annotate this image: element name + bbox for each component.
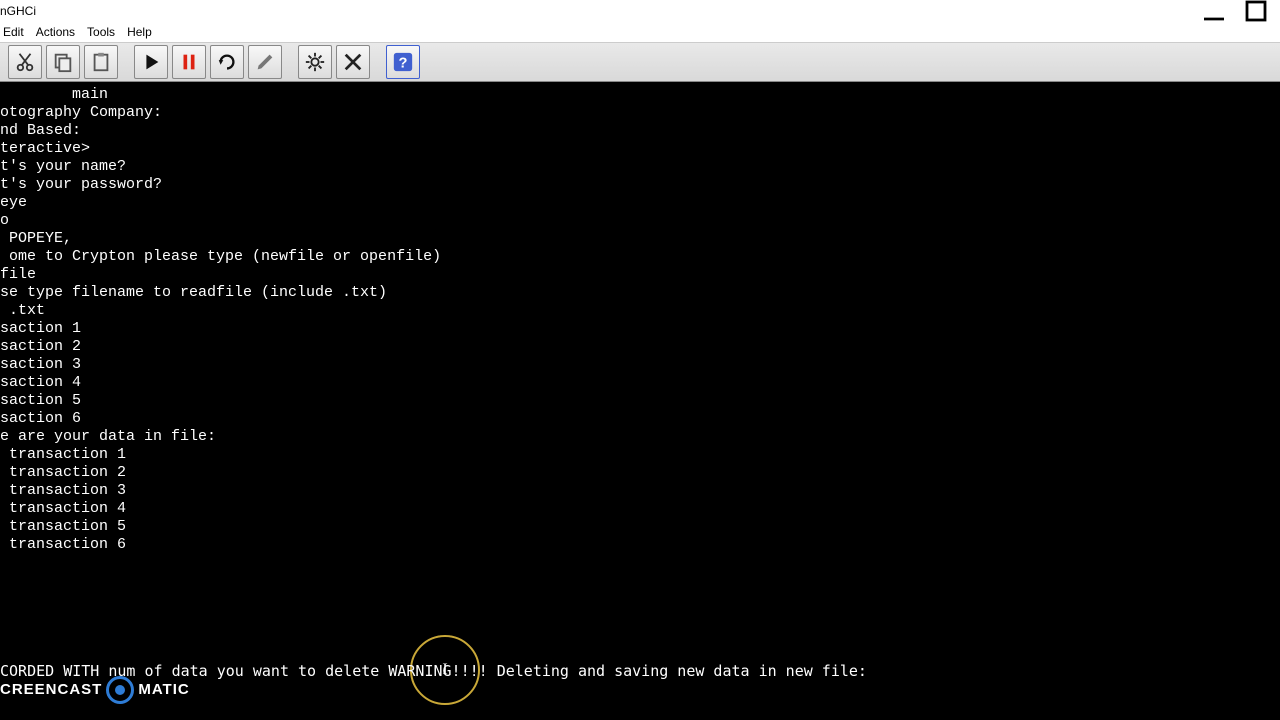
terminal-output[interactable]: mainotography Company:nd Based:teractive…	[0, 82, 1280, 720]
terminal-line: transaction 3	[0, 482, 1280, 500]
reload-button[interactable]	[210, 45, 244, 79]
settings-button[interactable]	[298, 45, 332, 79]
help-button[interactable]: ?	[386, 45, 420, 79]
menu-help[interactable]: Help	[127, 25, 152, 39]
edit-button[interactable]	[248, 45, 282, 79]
window-title: nGHCi	[0, 4, 36, 18]
run-button[interactable]	[134, 45, 168, 79]
terminal-line: t's your password?	[0, 176, 1280, 194]
menubar: Edit Actions Tools Help	[0, 22, 1280, 42]
menu-edit[interactable]: Edit	[3, 25, 24, 39]
terminal-line: saction 5	[0, 392, 1280, 410]
toolbar: ?	[0, 42, 1280, 82]
screencast-watermark: CREENCAST MATIC	[0, 678, 190, 702]
menu-tools[interactable]: Tools	[87, 25, 115, 39]
terminal-line: transaction 4	[0, 500, 1280, 518]
terminal-line: transaction 2	[0, 464, 1280, 482]
terminal-line: e are your data in file:	[0, 428, 1280, 446]
maximize-button[interactable]	[1244, 1, 1268, 21]
stop-button[interactable]	[172, 45, 206, 79]
terminal-line: o	[0, 212, 1280, 230]
copy-button[interactable]	[46, 45, 80, 79]
terminal-line: nd Based:	[0, 122, 1280, 140]
terminal-line: saction 3	[0, 356, 1280, 374]
terminal-line: transaction 5	[0, 518, 1280, 536]
minimize-button[interactable]	[1202, 1, 1226, 21]
menu-actions[interactable]: Actions	[36, 25, 75, 39]
terminal-line: main	[0, 86, 1280, 104]
terminal-line: ome to Crypton please type (newfile or o…	[0, 248, 1280, 266]
terminal-line: transaction 6	[0, 536, 1280, 554]
terminal-line: file	[0, 266, 1280, 284]
terminal-line: transaction 1	[0, 446, 1280, 464]
terminal-line: saction 1	[0, 320, 1280, 338]
terminal-line: se type filename to readfile (include .t…	[0, 284, 1280, 302]
terminal-line: otography Company:	[0, 104, 1280, 122]
terminal-line: eye	[0, 194, 1280, 212]
window-controls	[1202, 1, 1268, 21]
terminal-line: saction 2	[0, 338, 1280, 356]
record-dot-icon	[106, 676, 134, 704]
terminal-line: t's your name?	[0, 158, 1280, 176]
terminal-line: .txt	[0, 302, 1280, 320]
terminal-line: teractive>	[0, 140, 1280, 158]
paste-button[interactable]	[84, 45, 118, 79]
svg-text:?: ?	[399, 56, 408, 72]
terminal-line: saction 4	[0, 374, 1280, 392]
terminal-line: POPEYE,	[0, 230, 1280, 248]
tools-button[interactable]	[336, 45, 370, 79]
terminal-line: saction 6	[0, 410, 1280, 428]
titlebar: nGHCi	[0, 0, 1280, 22]
cut-button[interactable]	[8, 45, 42, 79]
